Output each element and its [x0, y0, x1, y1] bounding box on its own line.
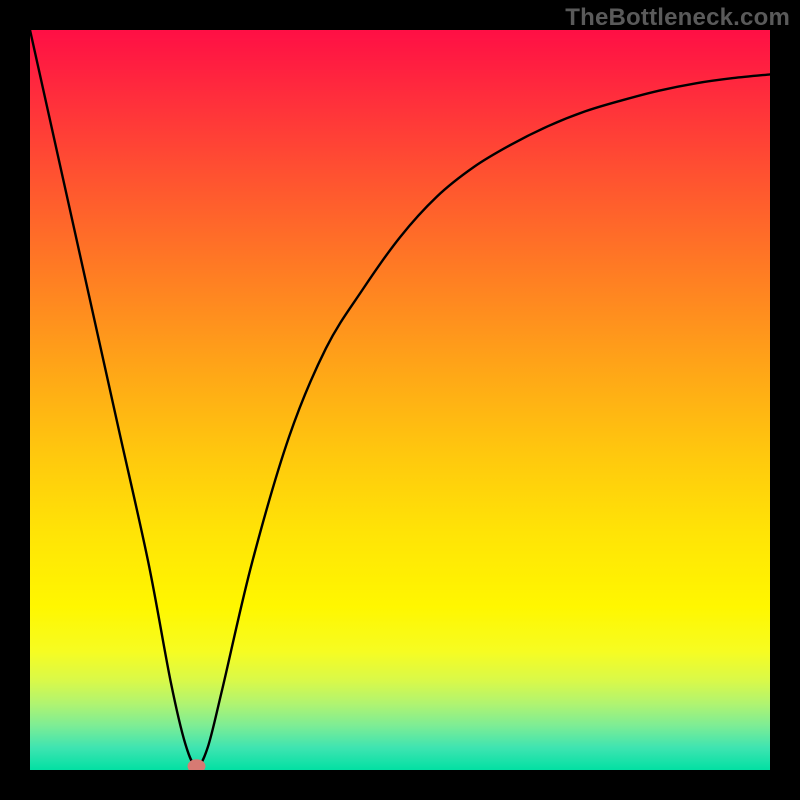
chart-overlay [30, 30, 770, 770]
plot-area [30, 30, 770, 770]
chart-frame: TheBottleneck.com [0, 0, 800, 800]
watermark-label: TheBottleneck.com [565, 4, 790, 32]
bottleneck-curve [30, 30, 770, 766]
